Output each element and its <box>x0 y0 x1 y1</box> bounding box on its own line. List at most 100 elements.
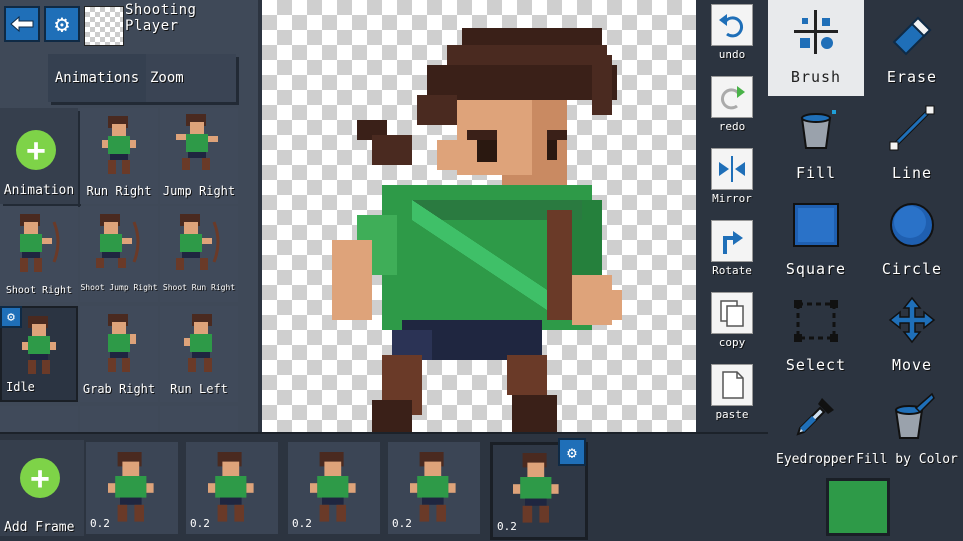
circle-icon <box>890 203 934 247</box>
move-tool[interactable]: Move <box>864 288 960 384</box>
line-icon <box>889 105 935 151</box>
arrow-left-icon <box>10 15 34 33</box>
animation-label: Shoot Run Right <box>162 283 236 292</box>
move-label: Move <box>891 356 933 374</box>
sprite-thumbnail <box>108 314 136 372</box>
frame-duration: 0.2 <box>90 517 110 530</box>
frame-thumbnail[interactable]: 0.2 <box>186 442 278 534</box>
frame-duration: 0.2 <box>292 517 312 530</box>
add-animation-label: Animation <box>3 183 75 198</box>
select-tool[interactable]: Select <box>768 288 864 384</box>
sprite-thumbnail <box>96 214 140 268</box>
brush-icon <box>794 10 838 54</box>
fill-by-color-tool[interactable]: Fill by Color <box>856 384 960 480</box>
animation-item[interactable]: Shoot Right <box>0 206 78 302</box>
animation-item[interactable] <box>160 406 238 432</box>
frame-settings-button[interactable]: ⚙ <box>558 438 586 466</box>
add-frame-button[interactable]: + Add Frame <box>0 440 84 536</box>
tab-animations[interactable]: Animations <box>48 54 146 102</box>
animation-item[interactable]: Jump Right <box>160 108 238 204</box>
sprite-thumbnail <box>22 316 56 374</box>
animation-item[interactable]: Run Left <box>160 306 238 402</box>
eyedropper-icon <box>796 398 834 436</box>
tab-animations-label: Animations <box>54 70 140 86</box>
square-label: Square <box>785 260 847 278</box>
drawing-canvas[interactable] <box>262 0 696 432</box>
frame-thumbnail[interactable]: 0.2 <box>288 442 380 534</box>
redo-icon <box>721 86 745 110</box>
eraser-icon <box>892 16 932 56</box>
circle-label: Circle <box>881 260 943 278</box>
frame-thumbnail[interactable]: 0.2 <box>86 442 178 534</box>
mirror-icon <box>719 156 745 182</box>
undo-button[interactable] <box>711 4 753 46</box>
animation-item[interactable]: Run Right <box>80 108 158 204</box>
paste-icon <box>722 371 744 399</box>
rotate-icon <box>723 231 743 254</box>
frame-thumbnail[interactable]: 0.2 <box>388 442 480 534</box>
frame-duration: 0.2 <box>497 520 517 533</box>
undo-icon <box>719 14 743 38</box>
paint-bucket-color-icon <box>894 392 935 439</box>
drawing-tools-panel: Brush Erase Fill Line Square Circle Sele… <box>768 0 963 541</box>
eyedropper-label: Eyedropper <box>776 452 855 467</box>
sprite-thumbnail <box>176 114 218 170</box>
undo-label: undo <box>718 48 746 61</box>
settings-button[interactable]: ⚙ <box>44 6 80 42</box>
move-arrows-icon <box>888 296 936 344</box>
animation-label: Idle <box>6 380 35 394</box>
animation-label: Grab Right <box>82 382 156 396</box>
eyedropper-tool[interactable]: Eyedropper <box>768 384 864 480</box>
paste-button[interactable] <box>711 364 753 406</box>
redo-label: redo <box>718 120 746 133</box>
frames-strip: + Add Frame 0.2 0.2 0.2 0.2 0.2 ⚙ <box>0 432 768 541</box>
square-tool[interactable]: Square <box>768 192 864 288</box>
circle-tool[interactable]: Circle <box>864 192 960 288</box>
frame-duration: 0.2 <box>392 517 412 530</box>
sprite-thumbnail <box>513 453 559 523</box>
animation-item[interactable] <box>0 406 78 432</box>
brush-tool[interactable]: Brush <box>768 0 864 96</box>
selection-icon <box>794 300 838 342</box>
brush-label: Brush <box>790 68 842 86</box>
plus-icon: + <box>16 130 56 170</box>
animation-item[interactable]: Shoot Run Right <box>160 206 238 302</box>
animation-label: Run Right <box>86 184 152 198</box>
animation-item[interactable] <box>80 406 158 432</box>
add-animation-button[interactable]: + Animation <box>0 108 78 204</box>
line-label: Line <box>891 164 933 182</box>
mirror-button[interactable] <box>711 148 753 190</box>
sprite-thumbnail <box>108 452 154 522</box>
animation-label: Shoot Right <box>5 285 73 296</box>
animation-label: Shoot Jump Right <box>80 283 158 292</box>
animation-label: Jump Right <box>162 184 236 198</box>
tab-zoom-label: Zoom <box>150 70 184 86</box>
current-color-swatch[interactable] <box>826 478 890 536</box>
mirror-label: Mirror <box>712 192 752 205</box>
sprite-thumbnail <box>208 452 254 522</box>
fill-label: Fill <box>795 164 837 182</box>
line-tool[interactable]: Line <box>864 96 960 192</box>
animation-item[interactable]: Shoot Jump Right <box>80 206 158 302</box>
character-sprite <box>332 28 622 432</box>
project-thumbnail[interactable] <box>84 6 124 46</box>
animation-label: Run Left <box>170 382 228 396</box>
animations-panel: ⚙ Shooting Player Animations Zoom + Anim… <box>0 0 258 432</box>
rotate-label: Rotate <box>712 264 752 277</box>
fill-tool[interactable]: Fill <box>768 96 864 192</box>
animation-item[interactable]: Grab Right <box>80 306 158 402</box>
frame-duration: 0.2 <box>190 517 210 530</box>
sprite-thumbnail <box>176 214 220 270</box>
gear-icon: ⚙ <box>7 309 15 325</box>
back-button[interactable] <box>4 6 40 42</box>
copy-button[interactable] <box>711 292 753 334</box>
erase-tool[interactable]: Erase <box>864 0 960 96</box>
rotate-button[interactable] <box>711 220 753 262</box>
square-icon <box>793 203 839 247</box>
sprite-thumbnail <box>102 116 136 174</box>
paint-bucket-icon <box>800 110 836 149</box>
gear-icon: ⚙ <box>54 10 70 38</box>
redo-button[interactable] <box>711 76 753 118</box>
animation-settings-button[interactable]: ⚙ <box>0 306 22 328</box>
tab-zoom[interactable]: Zoom <box>146 54 236 102</box>
